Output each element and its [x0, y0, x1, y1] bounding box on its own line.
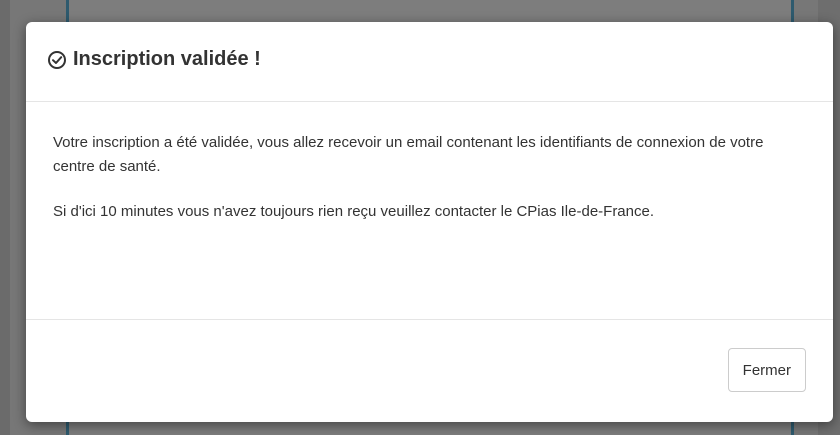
dialog-footer: Fermer — [26, 319, 833, 422]
close-button[interactable]: Fermer — [727, 348, 806, 392]
dialog-message-contact: Si d'ici 10 minutes vous n'avez toujours… — [53, 203, 655, 220]
dialog-title-text: Inscription validée ! — [73, 48, 261, 70]
dialog-body: Votre inscription a été validée, vous al… — [26, 102, 833, 319]
dialog-header: Inscription validée ! — [26, 22, 833, 102]
confirmation-dialog: Inscription validée ! Votre inscription … — [26, 22, 833, 422]
check-circle-icon — [47, 50, 67, 70]
dialog-message-confirmation: Votre inscription a été validée, vous al… — [53, 134, 764, 175]
background-page-left — [0, 0, 10, 435]
dialog-title: Inscription validée ! — [47, 48, 261, 71]
